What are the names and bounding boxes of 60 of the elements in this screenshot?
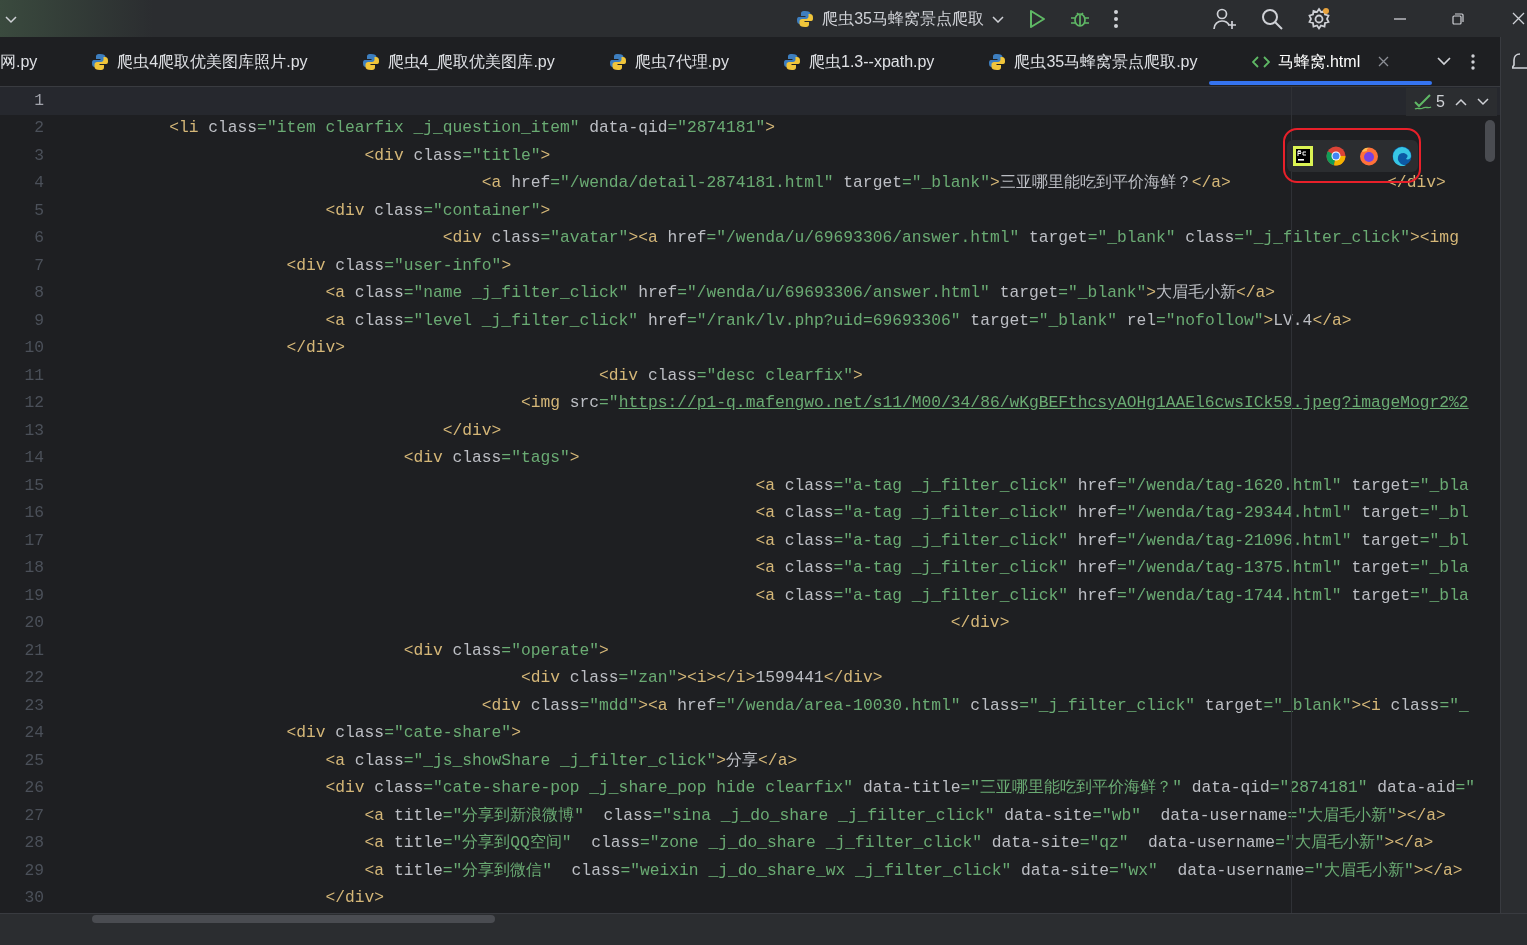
scrollbar[interactable] [1485, 120, 1495, 162]
inspection-widget[interactable]: 5 [1406, 88, 1497, 116]
close-tab-icon[interactable] [1378, 56, 1390, 67]
file-tab[interactable]: 网.py [0, 37, 65, 86]
file-tab[interactable]: 爬虫4爬取优美图库照片.py [64, 37, 335, 86]
code-line: <a class="a-tag _j_filter_click" href="/wenda/tag-21096.html" target="_bl [754, 529, 1469, 552]
code-line: <div class="desc clearfix"> [598, 364, 863, 387]
python-file-icon [783, 52, 801, 71]
code-line: </div> [441, 419, 502, 442]
file-tab[interactable]: 爬虫35马蜂窝景点爬取.py [961, 37, 1225, 86]
code-line: <a class="a-tag _j_filter_click" href="/wenda/tag-29344.html" target="_bl [754, 502, 1469, 525]
code-line: <div class="avatar"><a href="/wenda/u/69693306/answer.html" target="_blank" class="_j_filter_click"><img [441, 227, 1459, 250]
tab-list-caret-icon[interactable] [1437, 57, 1451, 66]
code-line: <div class="container"> [324, 199, 551, 222]
code-line: <a class="name _j_filter_click" href="/wenda/u/69693306/answer.html" target="_blank">大眉毛小新</a> [324, 282, 1276, 305]
code-line: <img src="https://p1-q.mafengwo.net/s11/M00/34/86/wKgBEFthcsyAOHg1AAEl6cwsICk59.jpeg?imageMogr2%2 [519, 392, 1469, 415]
browser-icon[interactable] [1358, 145, 1379, 166]
run-icon[interactable] [1028, 8, 1046, 29]
python-file-icon [988, 52, 1007, 71]
code-line: <div class="tags"> [402, 447, 580, 470]
code-line: <li class="item clearfix _j_question_item" data-qid="2874181"> [168, 117, 775, 140]
code-line: <div class="cate-share"> [285, 722, 521, 745]
file-tab[interactable]: 爬虫1.3--xpath.py [756, 37, 962, 86]
add-user-icon[interactable] [1213, 7, 1237, 30]
more-icon[interactable] [1471, 53, 1475, 70]
more-icon[interactable] [1114, 9, 1118, 28]
ide-icon[interactable] [1292, 145, 1313, 166]
code-line: <a class="a-tag _j_filter_click" href="/wenda/tag-1620.html" target="_bla [754, 474, 1469, 497]
file-tab[interactable]: 爬虫7代理.py [581, 37, 756, 86]
code-line: <div class="mdd"><a href="/wenda/area-10030.html" class="_j_filter_click" target="_blank"><i class="_ [480, 694, 1469, 717]
code-line: <a class="a-tag _j_filter_click" href="/wenda/tag-1375.html" target="_bla [754, 557, 1469, 580]
code-line: </div> [949, 612, 1010, 635]
python-file-icon [608, 52, 627, 71]
file-tab[interactable]: 爬虫4_爬取优美图库.py [334, 37, 582, 86]
python-file-icon [796, 10, 815, 29]
dropdown-caret-icon[interactable] [4, 13, 18, 24]
code-line: <a class="level _j_filter_click" href="/rank/lv.php?uid=69693306" target="_blank" rel="nofollow">LV.4</a> [324, 309, 1352, 332]
line-number: 1 [33, 89, 44, 112]
code-line: </div> [324, 887, 385, 910]
settings-icon[interactable] [1307, 6, 1331, 31]
run-configuration-selector[interactable]: 爬虫35马蜂窝景点爬取 [796, 6, 1004, 31]
browser-icon[interactable] [1391, 145, 1412, 166]
caret-icon[interactable] [992, 14, 1004, 23]
code-line: <a class="a-tag _j_filter_click" href="/wenda/tag-1744.html" target="_bla [754, 584, 1469, 607]
code-line: <a class="_js_showShare _j_filter_click">分享</a> [324, 749, 798, 772]
python-file-icon [91, 52, 110, 71]
notification-bell-icon[interactable] [1512, 51, 1527, 72]
html-file-icon [1251, 55, 1270, 68]
code-line: <a title="分享到微信" class="weixin _j_do_share_wx _j_filter_click" data-site="wx" data-username="大眉毛小新"></a> [363, 859, 1463, 882]
python-file-icon [361, 52, 380, 71]
code-line: <div class="zan"><i></i>1599441</div> [519, 667, 883, 690]
browser-icon[interactable] [1325, 145, 1346, 166]
code-line: <div class="cate-share-pop _j_share_pop hide clearfix" data-title="三亚哪里能吃到平价海鲜？" data-qid="2874181" data-aid=" [324, 777, 1476, 800]
check-icon [1414, 94, 1433, 110]
scrollbar[interactable] [92, 915, 495, 923]
search-icon[interactable] [1261, 7, 1283, 30]
code-line: </div> [285, 337, 346, 360]
code-line: <div class="operate"> [402, 639, 609, 662]
code-line: <div class="title"> [363, 144, 551, 167]
code-line: <div class="user-info"> [285, 254, 512, 277]
